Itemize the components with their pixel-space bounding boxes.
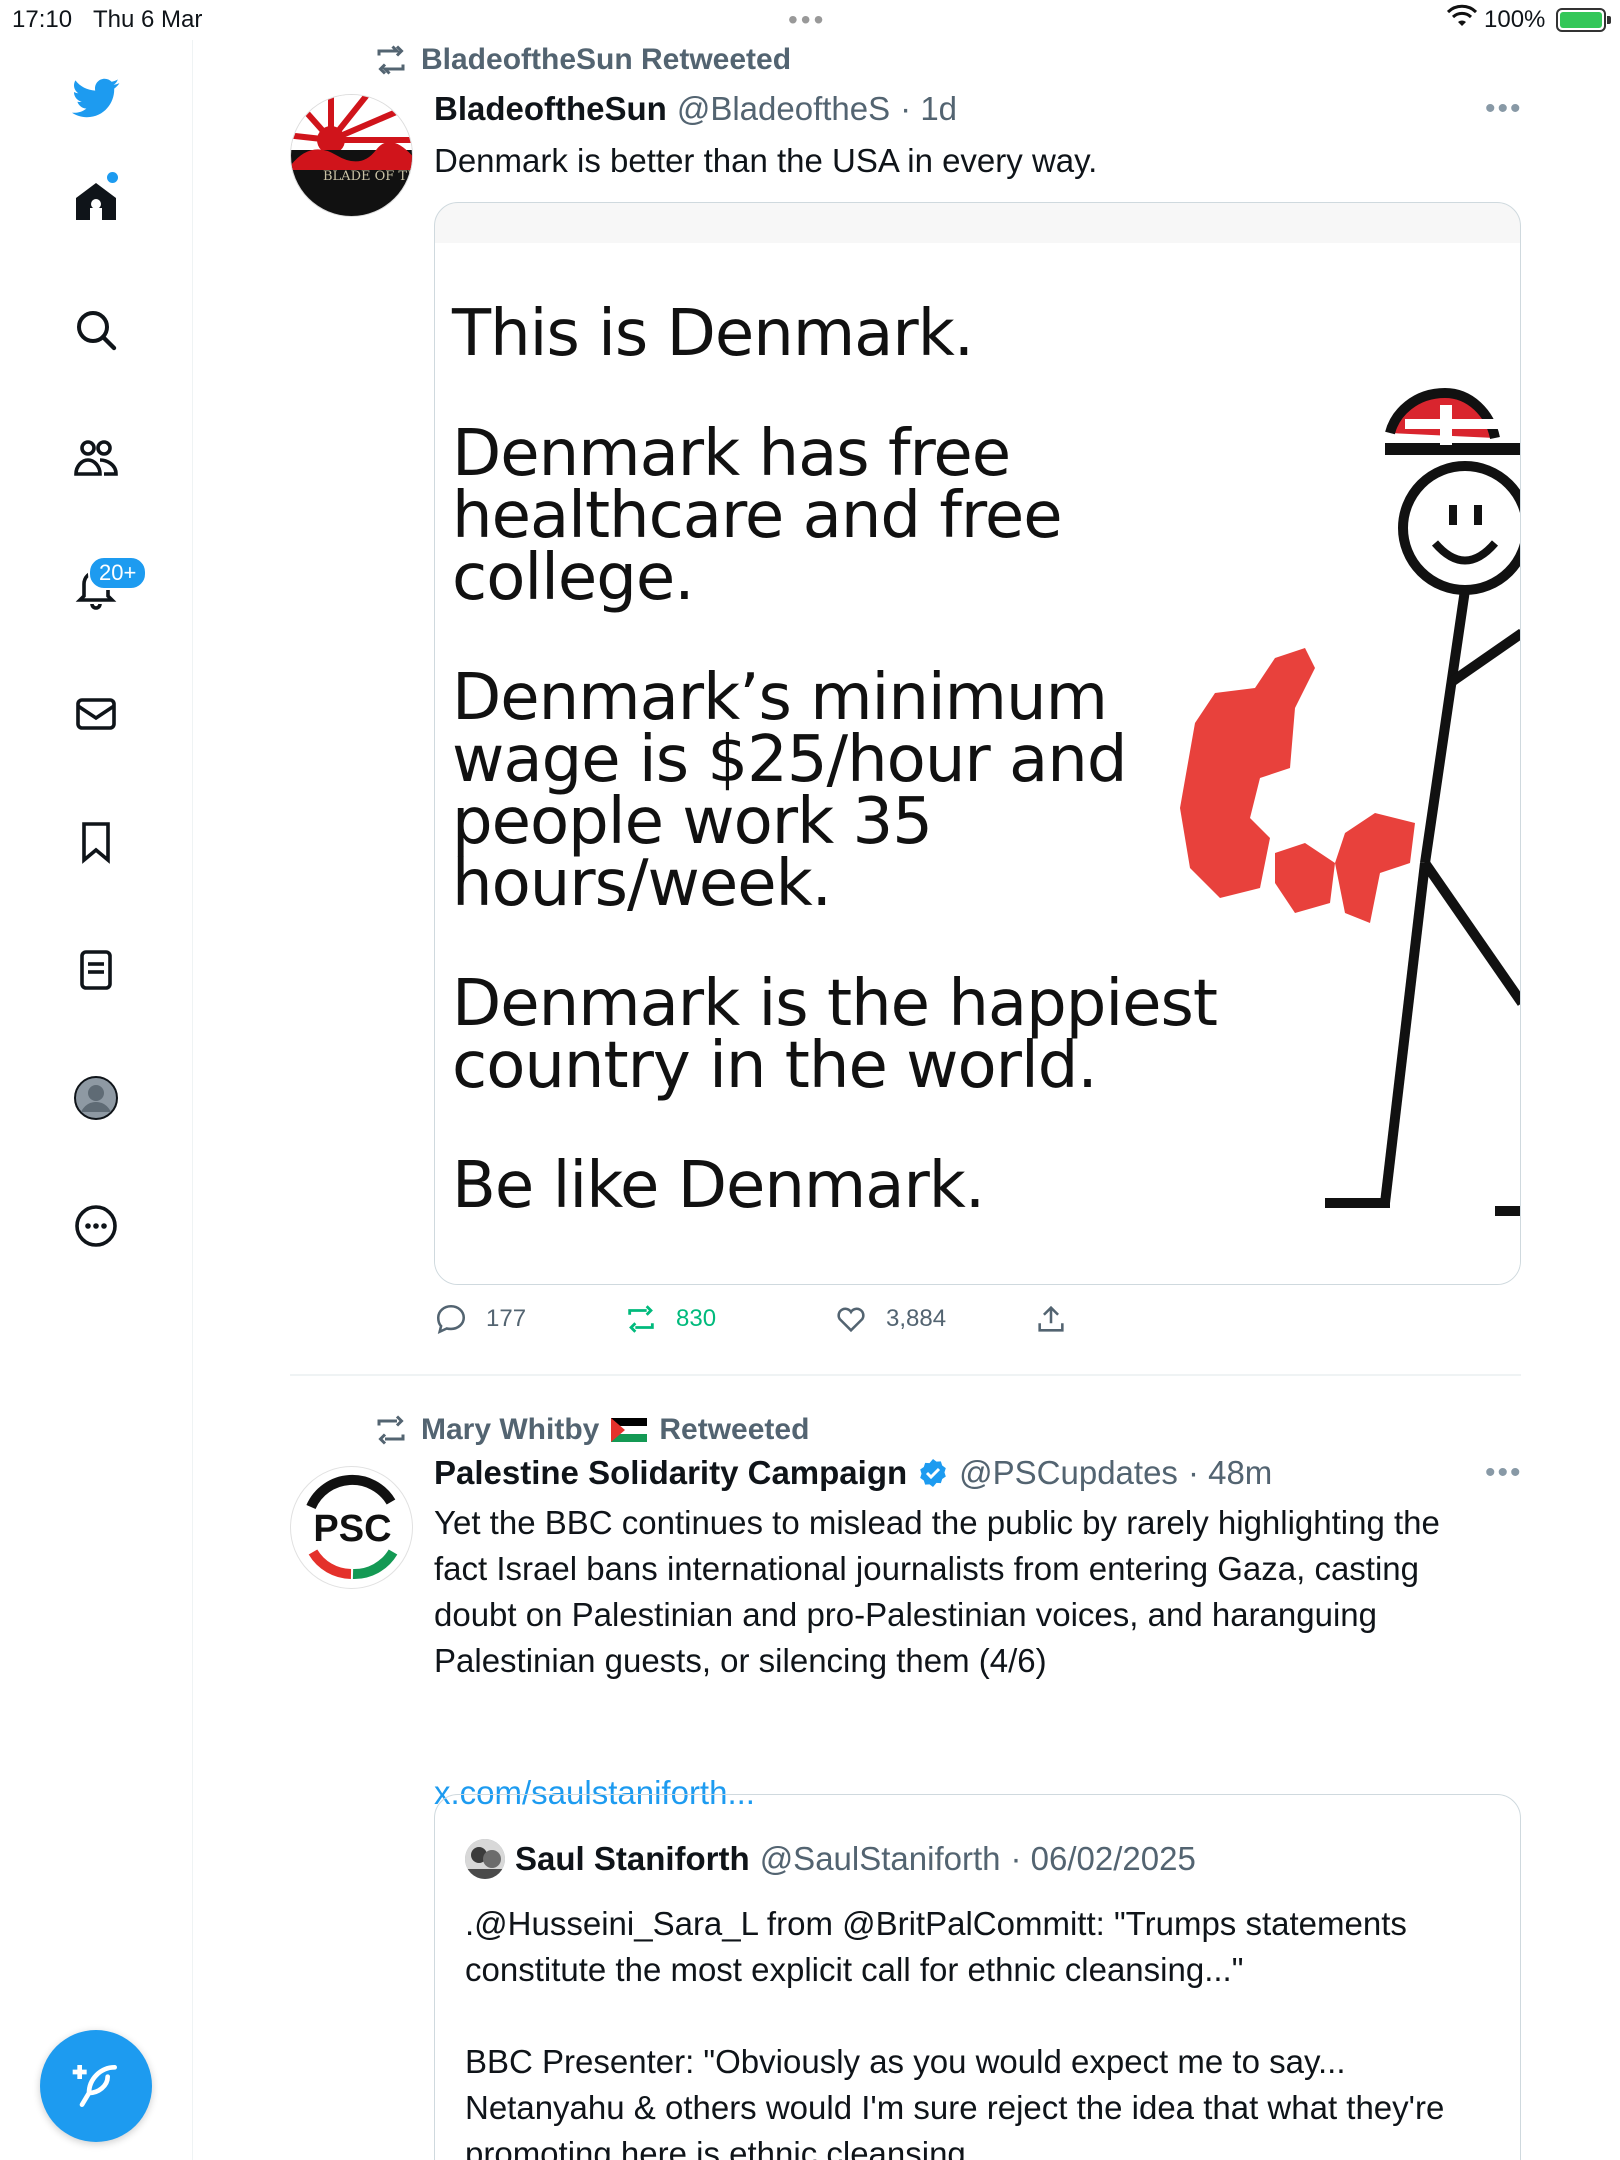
tweet-text: Denmark is better than the USA in every … bbox=[434, 142, 1098, 179]
quoted-text-line: .@Husseini_Sara_L from @BritPalCommitt: … bbox=[465, 1905, 1407, 1942]
lists-icon[interactable] bbox=[66, 940, 126, 1000]
tweet-actions: 177 830 3,884 bbox=[434, 1302, 1521, 1346]
meme-text-line: country in the world. bbox=[452, 1029, 1098, 1103]
meme-text-line: This is Denmark. bbox=[452, 297, 974, 371]
share-button[interactable] bbox=[1034, 1302, 1068, 1336]
meme-text-line: hours/week. bbox=[452, 847, 832, 921]
tweet-text: Yet the BBC continues to mislead the pub… bbox=[434, 1500, 1514, 1684]
quoted-text-line: Netanyahu & others would I'm sure reject… bbox=[465, 2089, 1445, 2126]
meme-text-line: Denmark’s minimum bbox=[452, 661, 1108, 735]
tweet-media-image[interactable]: This is Denmark. Denmark has free health… bbox=[434, 202, 1521, 1285]
meme-text-line: Denmark is the happiest bbox=[452, 967, 1218, 1041]
meme-text-line: people work 35 bbox=[452, 785, 933, 859]
meme-text-line: Be like Denmark. bbox=[452, 1149, 985, 1223]
tweet-header: BladeoftheSun @BladeoftheS · 1d bbox=[434, 90, 957, 128]
tweet-text-line: fact Israel bans international journalis… bbox=[434, 1550, 1420, 1587]
meme-text-line: wage is $25/hour and bbox=[452, 723, 1127, 797]
retweet-indicator: BladeoftheSun Retweeted bbox=[373, 42, 791, 78]
notifications-badge: 20+ bbox=[88, 556, 148, 590]
author-handle[interactable]: @BladeoftheS bbox=[677, 90, 890, 128]
quoted-tweet-header: Saul Staniforth @SaulStaniforth · 06/02/… bbox=[465, 1839, 1196, 1879]
tweet-text-line: Palestinian guests, or silencing them (4… bbox=[434, 1642, 1047, 1679]
battery-percentage: 100% bbox=[1484, 6, 1546, 33]
retweet-icon bbox=[377, 1415, 405, 1445]
compose-tweet-button[interactable] bbox=[40, 2030, 152, 2142]
share-icon bbox=[1038, 1305, 1064, 1332]
meme-text-line: Denmark has free bbox=[452, 417, 1011, 491]
home-icon[interactable] bbox=[66, 172, 126, 232]
meme-text-line: healthcare and free bbox=[452, 479, 1063, 553]
quoted-author-handle[interactable]: @SaulStaniforth bbox=[760, 1840, 1001, 1878]
quoted-author-avatar[interactable] bbox=[465, 1839, 505, 1879]
messages-icon[interactable] bbox=[66, 684, 126, 744]
quoted-tweet[interactable]: Saul Staniforth @SaulStaniforth · 06/02/… bbox=[434, 1794, 1521, 2160]
heart-icon bbox=[837, 1307, 865, 1333]
quoted-text-line: BBC Presenter: "Obviously as you would e… bbox=[465, 2043, 1346, 2080]
tweet-more-icon[interactable]: ••• bbox=[1485, 92, 1523, 126]
reply-icon bbox=[436, 1304, 466, 1335]
retweet-icon bbox=[377, 45, 405, 75]
quoted-author-name[interactable]: Saul Staniforth bbox=[515, 1840, 750, 1878]
reply-count: 177 bbox=[486, 1305, 527, 1332]
psc-logo-avatar: PSC bbox=[294, 1470, 411, 1587]
tweet-text-line: doubt on Palestinian and pro-Palestinian… bbox=[434, 1596, 1377, 1633]
blade-of-the-sun-avatar-image: BLADE OF THE bbox=[291, 95, 413, 216]
retweet-indicator: Mary Whitby Retweeted bbox=[373, 1412, 809, 1448]
verified-badge-icon bbox=[920, 1459, 946, 1487]
quoted-tweet-date: · 06/02/2025 bbox=[1010, 1840, 1196, 1877]
author-handle[interactable]: @PSCupdates bbox=[959, 1454, 1178, 1492]
status-bar: 17:10 Thu 6 Mar ••• 100% bbox=[0, 0, 1620, 40]
avatar[interactable]: PSC bbox=[290, 1466, 413, 1589]
reply-button[interactable]: 177 bbox=[434, 1302, 526, 1336]
retweet-button[interactable]: 830 bbox=[624, 1302, 716, 1336]
bookmarks-icon[interactable] bbox=[66, 812, 126, 872]
tweet-time[interactable]: · 1d bbox=[900, 90, 957, 128]
status-date: Thu 6 Mar bbox=[93, 6, 203, 33]
sidebar-nav: 20+ bbox=[0, 40, 193, 2160]
meme-image: This is Denmark. Denmark has free health… bbox=[435, 243, 1520, 1284]
quoted-text-line: constitute the most explicit call for et… bbox=[465, 1951, 1244, 1988]
quoted-text-spacer bbox=[465, 1993, 1495, 2039]
twitter-logo-icon[interactable] bbox=[66, 68, 126, 128]
avatar[interactable]: BLADE OF THE bbox=[290, 94, 413, 217]
retweet-icon bbox=[628, 1305, 654, 1333]
author-name[interactable]: Palestine Solidarity Campaign bbox=[434, 1454, 907, 1492]
tweet-text-line: Yet the BBC continues to mislead the pub… bbox=[434, 1504, 1440, 1541]
like-count: 3,884 bbox=[886, 1305, 947, 1332]
quoted-text-line: promoting here is ethnic cleansing bbox=[465, 2135, 966, 2160]
like-button[interactable]: 3,884 bbox=[834, 1302, 946, 1336]
status-time: 17:10 bbox=[12, 6, 73, 33]
profile-avatar-icon[interactable] bbox=[66, 1068, 126, 1128]
home-unread-dot bbox=[107, 172, 118, 183]
quoted-tweet-text: .@Husseini_Sara_L from @BritPalCommitt: … bbox=[465, 1901, 1495, 2160]
avatar-label: BLADE OF THE bbox=[323, 169, 413, 184]
retweeted-suffix: Retweeted bbox=[659, 1413, 810, 1446]
retweeted-by-name: Mary Whitby bbox=[421, 1413, 600, 1446]
timeline: BladeoftheSun Retweeted BLADE OF THE Bla… bbox=[193, 40, 1620, 2160]
battery-icon bbox=[1556, 8, 1611, 32]
palestine-flag-icon bbox=[611, 1418, 648, 1442]
multitasking-dots-icon[interactable]: ••• bbox=[788, 4, 826, 36]
retweeted-by-label: BladeoftheSun Retweeted bbox=[421, 43, 792, 76]
avatar-label: PSC bbox=[313, 1508, 391, 1550]
tweet-divider bbox=[290, 1374, 1521, 1376]
retweet-count: 830 bbox=[676, 1305, 717, 1332]
tweet-more-icon[interactable]: ••• bbox=[1485, 1456, 1523, 1490]
author-name[interactable]: BladeoftheSun bbox=[434, 90, 667, 128]
tweet-header: Palestine Solidarity Campaign @PSCupdate… bbox=[434, 1454, 1272, 1492]
more-options-icon[interactable] bbox=[66, 1196, 126, 1256]
communities-icon[interactable] bbox=[66, 428, 126, 488]
meme-text-line: college. bbox=[452, 541, 695, 615]
wifi-icon bbox=[1446, 4, 1478, 37]
stick-figure-illustration bbox=[1180, 387, 1520, 1216]
denmark-map-shape bbox=[1180, 648, 1415, 923]
search-icon[interactable] bbox=[66, 300, 126, 360]
feather-plus-icon bbox=[72, 2065, 117, 2107]
tweet-time[interactable]: · 48m bbox=[1188, 1454, 1272, 1492]
